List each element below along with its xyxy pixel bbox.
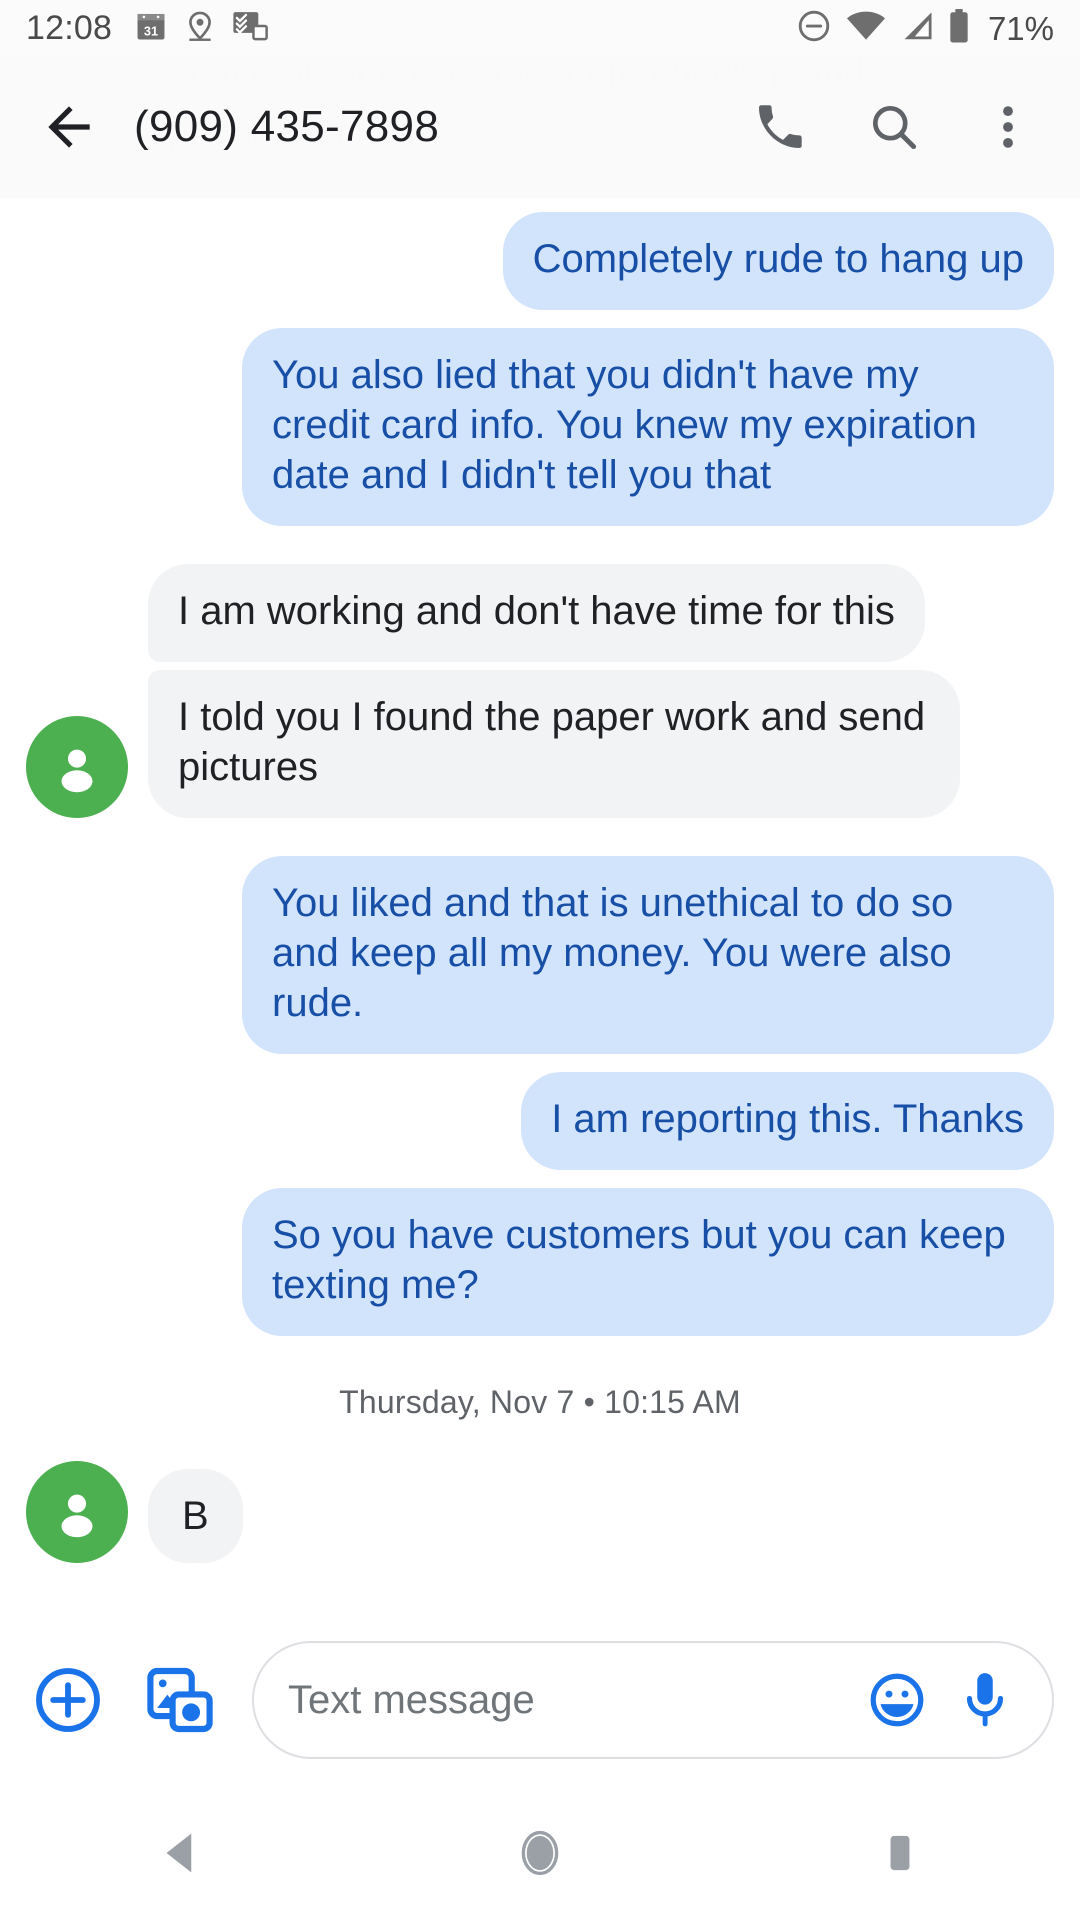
emoji-button[interactable] bbox=[864, 1667, 930, 1733]
nav-home-button[interactable] bbox=[360, 1786, 720, 1920]
incoming-message-bubble[interactable]: I told you I found the paper work and se… bbox=[148, 670, 960, 818]
message-row: So you have customers but you can keep t… bbox=[0, 1188, 1080, 1336]
message-row: B bbox=[0, 1461, 1080, 1563]
app-bar: (909) 435-7898 bbox=[0, 56, 1080, 198]
message-row: Completely rude to hang up bbox=[0, 212, 1080, 310]
person-avatar-icon bbox=[61, 1494, 93, 1538]
location-pin-icon bbox=[184, 9, 216, 48]
svg-text:31: 31 bbox=[144, 23, 158, 38]
plus-circle-icon bbox=[36, 1668, 100, 1732]
outgoing-message-bubble[interactable]: I am reporting this. Thanks bbox=[521, 1072, 1054, 1170]
android-navigation-bar bbox=[0, 1786, 1080, 1920]
gallery-button[interactable] bbox=[138, 1658, 222, 1742]
incoming-message-bubble[interactable]: B bbox=[148, 1469, 243, 1563]
nav-home-circle-icon bbox=[521, 1830, 559, 1876]
message-row: I am reporting this. Thanks bbox=[0, 1072, 1080, 1170]
incoming-message-bubble[interactable]: I am working and don't have time for thi… bbox=[148, 564, 925, 662]
status-bar-system-icons: 71% bbox=[796, 8, 1054, 49]
day-separator: Thursday, Nov 7 • 10:15 AM bbox=[339, 1384, 741, 1420]
nav-back-button[interactable] bbox=[0, 1786, 360, 1920]
attach-button[interactable] bbox=[26, 1658, 110, 1742]
message-input-placeholder: Text message bbox=[288, 1677, 535, 1722]
person-avatar-icon bbox=[61, 749, 93, 793]
battery-percentage: 71% bbox=[987, 9, 1054, 47]
back-arrow-icon bbox=[48, 106, 90, 148]
do-not-disturb-icon bbox=[796, 8, 832, 49]
cellular-signal-icon bbox=[900, 10, 934, 47]
overflow-menu-button[interactable] bbox=[974, 93, 1042, 161]
message-row: I am working and don't have time for thi… bbox=[0, 564, 1080, 662]
outgoing-message-bubble[interactable]: You liked and that is unethical to do so… bbox=[242, 856, 1054, 1054]
search-button[interactable] bbox=[860, 93, 928, 161]
message-thread[interactable]: Completely rude to hang up You also lied… bbox=[0, 198, 1080, 1664]
overflow-menu-icon bbox=[1003, 106, 1013, 148]
emoji-smiley-icon bbox=[870, 1673, 924, 1727]
nav-recents-square-icon bbox=[890, 1835, 910, 1871]
status-bar-clock: 12:08 bbox=[26, 9, 113, 47]
outgoing-message-bubble[interactable]: So you have customers but you can keep t… bbox=[242, 1188, 1054, 1336]
contact-avatar[interactable] bbox=[26, 716, 128, 818]
status-bar-notification-icons: 31 bbox=[134, 9, 268, 48]
message-row: You liked and that is unethical to do so… bbox=[0, 856, 1080, 1054]
outgoing-message-bubble[interactable]: Completely rude to hang up bbox=[502, 212, 1054, 310]
status-bar: 12:08 31 71% bbox=[0, 0, 1080, 56]
messaging-app-screen: I have other customers here check in and… bbox=[0, 0, 1080, 1920]
back-button[interactable] bbox=[26, 84, 112, 170]
nav-recents-button[interactable] bbox=[720, 1786, 1080, 1920]
battery-icon bbox=[948, 8, 970, 48]
message-composer: Text message bbox=[0, 1614, 1080, 1786]
wifi-icon bbox=[846, 10, 886, 47]
calendar-icon: 31 bbox=[134, 9, 168, 48]
gallery-camera-icon bbox=[147, 1667, 213, 1733]
microphone-icon bbox=[966, 1673, 1004, 1727]
outgoing-message-bubble[interactable]: You also lied that you didn't have my cr… bbox=[242, 328, 1054, 526]
message-row: You also lied that you didn't have my cr… bbox=[0, 328, 1080, 526]
search-icon bbox=[872, 105, 917, 150]
tasks-icon bbox=[232, 9, 268, 48]
call-button[interactable] bbox=[746, 93, 814, 161]
app-bar-actions bbox=[746, 93, 1042, 161]
message-row: I told you I found the paper work and se… bbox=[0, 670, 1080, 818]
voice-input-button[interactable] bbox=[952, 1667, 1018, 1733]
conversation-title[interactable]: (909) 435-7898 bbox=[134, 102, 746, 152]
contact-avatar[interactable] bbox=[26, 1461, 128, 1563]
nav-back-triangle-icon bbox=[166, 1833, 192, 1873]
message-input-field[interactable]: Text message bbox=[252, 1641, 1054, 1759]
call-icon bbox=[759, 105, 802, 148]
